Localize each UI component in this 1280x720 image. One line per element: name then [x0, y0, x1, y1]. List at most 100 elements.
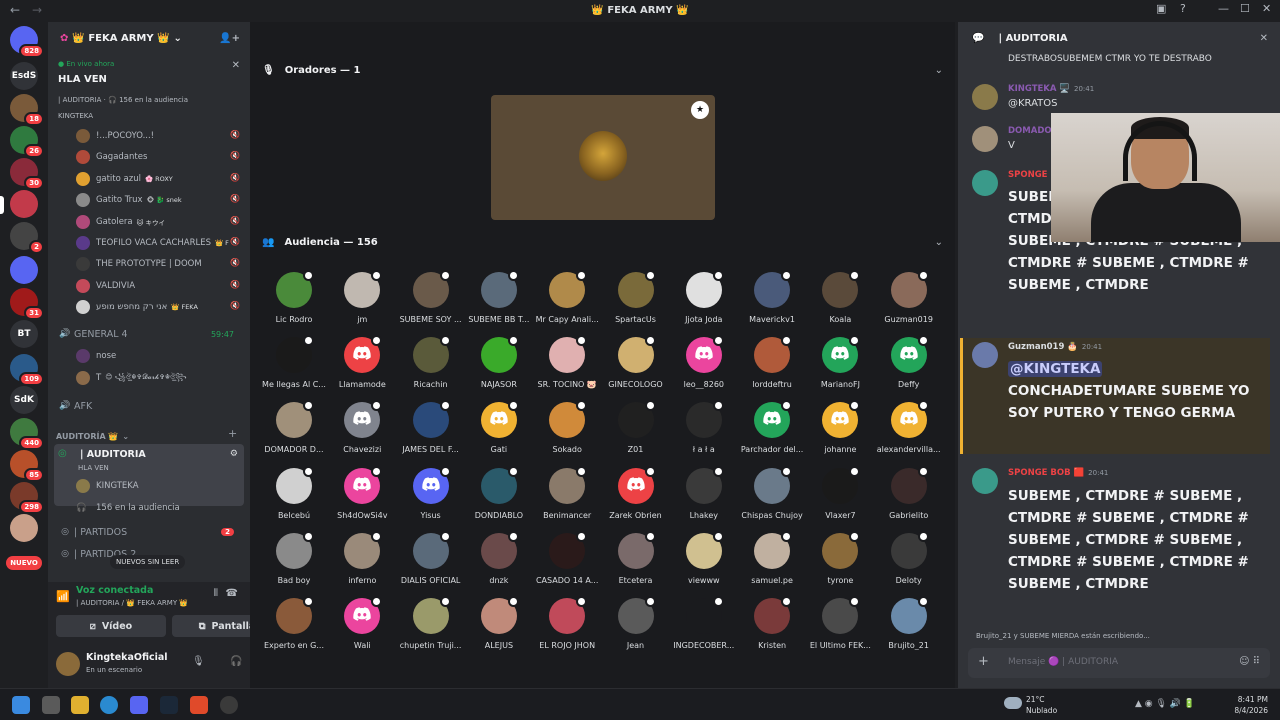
server-icon[interactable]: 31	[10, 288, 44, 320]
add-attachment-icon[interactable]: +	[978, 654, 989, 669]
headphones-icon[interactable]: 🎧	[230, 656, 242, 667]
add-member-icon[interactable]: 👤+	[219, 33, 240, 44]
audience-member[interactable]: Sokado	[535, 400, 599, 464]
audience-member[interactable]: DOMADOR D...	[262, 400, 326, 464]
server-icon[interactable]: EsdS	[10, 62, 38, 90]
audience-member[interactable]: DONDIABLO	[467, 465, 531, 530]
voice-user[interactable]: אני רק מחפש מופע 👑 FEKA	[76, 297, 198, 317]
stage-channel-partidos[interactable]: ◎ | PARTIDOS 2	[56, 522, 242, 542]
audience-member[interactable]: Lhakey	[672, 465, 736, 530]
audience-member[interactable]: Chispas Chujoy	[740, 465, 804, 530]
help-icon[interactable]: ?	[1180, 2, 1186, 15]
new-unread-button[interactable]: NUEVOS SIN LEER	[110, 555, 186, 569]
speakers-header[interactable]: 🎙 Oradores — 1	[262, 63, 361, 77]
audience-member[interactable]: Llamamode	[330, 335, 394, 399]
speaker-tile[interactable]: ★	[491, 95, 715, 220]
audience-member[interactable]: Jean	[604, 596, 668, 660]
task-view-icon[interactable]	[42, 696, 60, 714]
disconnect-icon[interactable]: ☎	[226, 588, 238, 599]
audience-member[interactable]: Belcebú	[262, 465, 326, 530]
audience-member[interactable]: Chavezizi	[330, 400, 394, 464]
server-icon[interactable]: SdK	[10, 386, 38, 414]
audience-member[interactable]: viewww	[672, 530, 736, 595]
audience-member[interactable]: dnzk	[467, 530, 531, 595]
message-author[interactable]: SPONGE	[1008, 170, 1047, 180]
audience-member[interactable]: Sh4dOwSi4v	[330, 465, 394, 530]
voice-channel-afk[interactable]: 🔊 AFK	[56, 396, 242, 416]
message-input[interactable]: Mensaje 🟣 | AUDITORIA	[1008, 657, 1118, 667]
stage-channel-selected[interactable]: ◎ | AUDITORIA HLA VEN ⚙	[54, 444, 244, 506]
audience-member[interactable]: Vlaxer7	[808, 465, 872, 530]
audience-header[interactable]: 👥 Audiencia — 156	[262, 235, 378, 249]
audience-member[interactable]: Parchador del...	[740, 400, 804, 464]
audience-member[interactable]: lorddeftru	[740, 335, 804, 399]
user-mention[interactable]: @KINGTEKA	[1008, 361, 1103, 377]
audience-member[interactable]: MarianoFJ	[808, 335, 872, 399]
obs-icon[interactable]	[220, 696, 238, 714]
edge-icon[interactable]	[100, 696, 118, 714]
stage-host[interactable]: KINGTEKA	[76, 476, 139, 496]
audience-member[interactable]: Ricachin	[399, 335, 463, 399]
guild-header[interactable]: ✿ 👑 FEKA ARMY 👑 ⌄ 👤+	[48, 22, 250, 54]
add-channel-icon[interactable]: +	[228, 427, 237, 440]
audience-member[interactable]: Guzman019	[877, 270, 941, 334]
close-window-icon[interactable]: ✕	[1262, 2, 1271, 15]
voice-user[interactable]: THE PROTOTYPE | DOOM	[76, 254, 202, 274]
audience-member[interactable]: Gati	[467, 400, 531, 464]
server-icon[interactable]: 85	[10, 450, 44, 482]
voice-user[interactable]: T 😊 ꧁ঔৣ☬✞𝓓𝓪𝓻𝓴✞☬ঔৣ꧂	[76, 368, 187, 388]
category-auditoria[interactable]: AUDITORÍA 👑 ⌄	[56, 429, 129, 443]
audience-member[interactable]: ł a ł a	[672, 400, 736, 464]
audience-member[interactable]: jm	[330, 270, 394, 334]
microphone-icon[interactable]: 🎙	[192, 656, 205, 667]
audience-member[interactable]: Mr Capy Anali...	[535, 270, 599, 334]
audience-member[interactable]: SUBEME BB T...	[467, 270, 531, 334]
audience-member[interactable]: leo__8260	[672, 335, 736, 399]
server-icon[interactable]	[10, 514, 38, 542]
audience-member[interactable]: GINECOLOGO	[604, 335, 668, 399]
server-icon[interactable]: 828	[10, 26, 44, 58]
avatar[interactable]	[972, 342, 998, 368]
audience-member[interactable]: JAMES DEL F...	[399, 400, 463, 464]
audience-member[interactable]: johanne	[808, 400, 872, 464]
server-icon[interactable]: 30	[10, 158, 44, 190]
server-icon[interactable]	[10, 190, 38, 218]
audience-member[interactable]: El Ultimo FEK...	[808, 596, 872, 660]
audience-member[interactable]: Maverickv1	[740, 270, 804, 334]
clock-time[interactable]: 8:41 PM	[1220, 695, 1268, 704]
audience-member[interactable]: Kristen	[740, 596, 804, 660]
audience-member[interactable]: SUBEME SOY ...	[399, 270, 463, 334]
audience-member[interactable]: Deloty	[877, 530, 941, 595]
audience-member[interactable]: SpartacUs	[604, 270, 668, 334]
avatar[interactable]	[972, 84, 998, 110]
brave-icon[interactable]	[190, 696, 208, 714]
avatar[interactable]	[972, 468, 998, 494]
settings-gear-icon[interactable]: ⚙	[230, 449, 238, 459]
server-icon[interactable]: 298	[10, 482, 44, 514]
audience-member[interactable]: tyrone	[808, 530, 872, 595]
audience-member[interactable]: NAJASOR	[467, 335, 531, 399]
server-icon[interactable]: 26	[10, 126, 44, 158]
voice-channel-general[interactable]: 🔊 GENERAL 4 59:47	[56, 324, 242, 344]
audience-member[interactable]: Me llegas Al C...	[262, 335, 326, 399]
audience-member[interactable]: Z01	[604, 400, 668, 464]
maximize-icon[interactable]: ☐	[1240, 2, 1250, 15]
audience-member[interactable]: alexandervilla...	[877, 400, 941, 464]
weather-temp[interactable]: 21°C	[1026, 695, 1045, 704]
audience-member[interactable]: Deffy	[877, 335, 941, 399]
new-unread-pill[interactable]: NUEVO	[6, 556, 42, 570]
server-icon[interactable]: 440	[10, 418, 44, 450]
audience-member[interactable]: EL ROJO JHON	[535, 596, 599, 660]
message-author[interactable]: SPONGE BOB 🟥 20:41	[1008, 468, 1108, 478]
server-icon[interactable]: BT	[10, 320, 38, 348]
file-explorer-icon[interactable]	[71, 696, 89, 714]
system-tray-icons[interactable]: ▲ ◉ 🎙 🔊 🔋	[1135, 699, 1195, 709]
chevron-down-icon[interactable]: ⌄	[935, 237, 943, 248]
audience-member[interactable]: DIALIS OFICIAL	[399, 530, 463, 595]
voice-user[interactable]: nose	[76, 346, 116, 366]
weather-desc[interactable]: Nublado	[1026, 706, 1057, 715]
stage-audience-count[interactable]: 🎧 156 en la audiencia	[76, 498, 180, 518]
avatar[interactable]	[972, 170, 998, 196]
server-icon[interactable]: 2	[10, 222, 44, 254]
voice-user[interactable]: VALDIVIA	[76, 276, 135, 296]
